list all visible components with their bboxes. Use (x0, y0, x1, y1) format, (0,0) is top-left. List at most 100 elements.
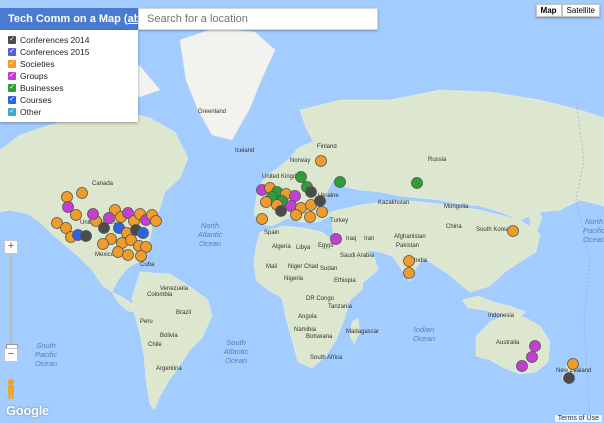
app-title-bar: Tech Comm on a Map (about) (0, 8, 161, 30)
search-input[interactable] (139, 9, 377, 29)
place-label-mongolia: Mongolia (444, 204, 469, 210)
place-label-algeria: Algeria (272, 244, 291, 250)
map-marker[interactable] (150, 215, 162, 227)
place-label-libya: Libya (296, 245, 311, 251)
map-marker[interactable] (330, 233, 342, 245)
map-marker[interactable] (76, 187, 88, 199)
ocean-label-north-pacific: North Pacific Ocean (583, 217, 604, 244)
layer-label: Conferences 2015 (20, 47, 90, 57)
layer-row-conferences-2014[interactable]: ✓ Conferences 2014 (8, 34, 130, 46)
map-marker[interactable] (87, 208, 99, 220)
place-label-pakistan: Pakistan (396, 243, 419, 249)
place-label-norway: Norway (290, 158, 310, 164)
place-label-chad: Chad (304, 264, 318, 270)
checkbox-icon[interactable]: ✓ (8, 60, 16, 68)
layer-legend: ✓ Conferences 2014 ✓ Conferences 2015 ✓ Soc… (0, 30, 138, 122)
map-marker[interactable] (289, 190, 301, 202)
map-marker[interactable] (256, 213, 268, 225)
zoom-out-button[interactable]: − (4, 348, 18, 362)
place-label-indonesia: Indonesia (488, 313, 515, 319)
place-label-mali: Mali (266, 264, 277, 270)
place-label-canada: Canada (92, 181, 114, 187)
layer-row-conferences-2015[interactable]: ✓ Conferences 2015 (8, 46, 130, 58)
map-marker[interactable] (563, 372, 575, 384)
place-label-botswana: Botswana (306, 334, 333, 340)
place-label-russia: Russia (428, 157, 447, 163)
map-marker[interactable] (567, 358, 579, 370)
pegman-icon[interactable] (6, 378, 16, 400)
place-label-china: China (446, 224, 462, 230)
place-label-peru: Peru (140, 319, 153, 325)
app-title: Tech Comm on a Map ( (8, 13, 128, 25)
checkbox-icon[interactable]: ✓ (8, 108, 16, 116)
place-label-south-korea: South Korea (476, 227, 510, 233)
place-label-saudi-arabia: Saudi Arabia (340, 253, 375, 259)
map-marker[interactable] (304, 211, 316, 223)
place-label-argentina: Argentina (156, 366, 182, 372)
layer-label: Other (20, 107, 42, 117)
zoom-slider-track[interactable] (10, 254, 12, 346)
place-label-sudan: Sudan (320, 266, 337, 272)
map-marker[interactable] (260, 196, 272, 208)
ocean-label-north-atlantic: North Atlantic Ocean (197, 221, 223, 248)
checkbox-icon[interactable]: ✓ (8, 72, 16, 80)
zoom-in-button[interactable]: + (4, 240, 18, 254)
map-marker[interactable] (137, 227, 149, 239)
map-marker[interactable] (135, 250, 147, 262)
map-marker[interactable] (61, 191, 73, 203)
place-label-cuba: Cuba (140, 262, 155, 268)
map-marker[interactable] (403, 255, 415, 267)
ocean-label-indian-ocean: Indian Ocean (413, 325, 435, 343)
place-label-greenland: Greenland (198, 109, 226, 115)
place-label-egypt: Egypt (318, 243, 334, 249)
map-marker[interactable] (70, 209, 82, 221)
layer-row-societies[interactable]: ✓ Societies (8, 58, 130, 70)
map-marker[interactable] (275, 205, 287, 217)
map-marker[interactable] (305, 186, 317, 198)
layer-label: Courses (20, 95, 52, 105)
place-label-mexico: Mexico (95, 252, 115, 258)
map-marker[interactable] (315, 155, 327, 167)
checkbox-icon[interactable]: ✓ (8, 36, 16, 44)
map-marker[interactable] (112, 246, 124, 258)
place-label-iran: Iran (364, 236, 374, 242)
place-label-afghanistan: Afghanistan (394, 234, 426, 240)
map-marker[interactable] (295, 171, 307, 183)
map-marker[interactable] (290, 209, 302, 221)
layer-row-other[interactable]: ✓ Other (8, 106, 130, 118)
checkbox-icon[interactable]: ✓ (8, 96, 16, 104)
ocean-label-south-atlantic: South Atlantic Ocean (223, 338, 249, 365)
place-label-turkey: Turkey (330, 218, 348, 224)
map-marker[interactable] (122, 249, 134, 261)
place-label-niger: Niger (288, 264, 302, 270)
place-label-india: India (414, 258, 428, 264)
checkbox-icon[interactable]: ✓ (8, 48, 16, 56)
map-type-satellite-button[interactable]: Satellite (561, 4, 600, 17)
map-marker[interactable] (507, 225, 519, 237)
map-marker[interactable] (529, 340, 541, 352)
map-marker[interactable] (80, 230, 92, 242)
map-marker[interactable] (98, 222, 110, 234)
map-marker[interactable] (97, 238, 109, 250)
layer-label: Businesses (20, 83, 64, 93)
location-search[interactable] (138, 8, 378, 30)
layer-row-groups[interactable]: ✓ Groups (8, 70, 130, 82)
map-marker[interactable] (316, 206, 328, 218)
layer-row-businesses[interactable]: ✓ Businesses (8, 82, 130, 94)
layer-row-courses[interactable]: ✓ Courses (8, 94, 130, 106)
place-label-angola: Angola (298, 314, 317, 320)
terms-of-use-link[interactable]: Terms of Use (554, 415, 602, 422)
map-type-control: Map Satellite (535, 4, 600, 17)
map-type-map-button[interactable]: Map (535, 4, 562, 17)
place-label-bolivia: Bolivia (160, 333, 178, 339)
map-marker[interactable] (411, 177, 423, 189)
place-label-ethiopia: Ethiopia (334, 278, 356, 284)
map-marker[interactable] (403, 267, 415, 279)
place-label-chile: Chile (148, 342, 162, 348)
checkbox-icon[interactable]: ✓ (8, 84, 16, 92)
map-marker[interactable] (516, 360, 528, 372)
map-marker[interactable] (103, 212, 115, 224)
map-marker[interactable] (334, 176, 346, 188)
map-marker[interactable] (314, 195, 326, 207)
map-marker[interactable] (526, 351, 538, 363)
